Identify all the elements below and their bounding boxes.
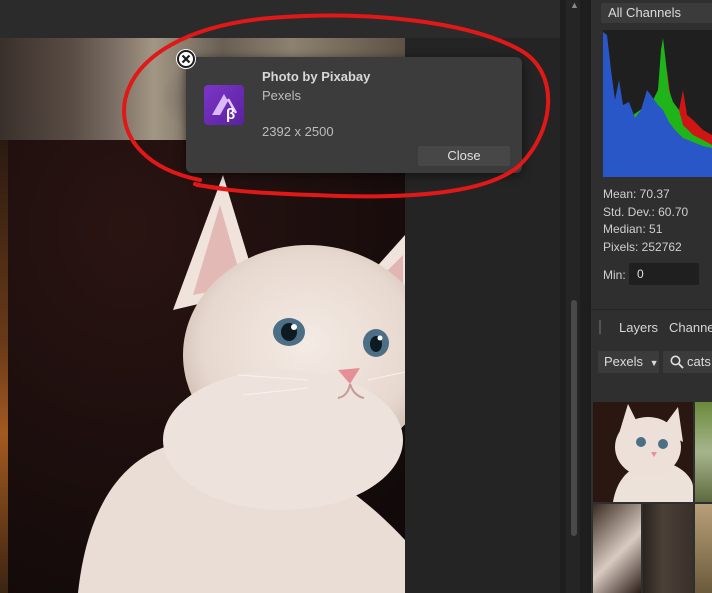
histogram-stats: Mean: 70.37 Std. Dev.: 60.70 Median: 51 … (603, 186, 688, 256)
stock-thumbnail-cat-2[interactable] (695, 402, 712, 502)
notification-dimensions: 2392 x 2500 (262, 124, 334, 139)
dismiss-notification-icon[interactable] (176, 49, 196, 69)
kitten-image (8, 140, 405, 593)
stock-thumbnail-cat-4[interactable] (643, 504, 693, 593)
thumbnail-image (593, 402, 693, 502)
notification-source: Pexels (262, 88, 302, 103)
svg-text:β: β (226, 106, 235, 123)
studio-panel: All Channels Mean: 70.37 Std. Dev.: 60.7… (591, 0, 712, 593)
stock-thumbnail-kitten[interactable] (593, 402, 693, 502)
histogram (603, 30, 712, 177)
kitten-photo[interactable] (8, 140, 405, 593)
stat-pixels: Pixels: 252762 (603, 239, 682, 254)
underlying-photo-edge (0, 140, 8, 593)
stock-thumbnail-cat-3[interactable] (593, 504, 641, 593)
tab-channels[interactable]: Channe (669, 320, 712, 335)
stat-mean: Mean: 70.37 (603, 187, 670, 201)
stat-median: Median: 51 (603, 222, 663, 236)
panel-tabs: Layers Channe (591, 309, 712, 344)
min-label: Min: (603, 268, 626, 282)
scroll-up-arrow-icon[interactable]: ▲ (570, 0, 579, 10)
min-input[interactable]: 0 (629, 263, 699, 285)
canvas-top-band (0, 0, 560, 38)
photo-info-notification: β Photo by Pixabay Pexels 2392 x 2500 Cl… (186, 57, 522, 173)
stock-provider-label: Pexels (604, 354, 644, 369)
stat-std-dev: Std. Dev.: 60.70 (603, 204, 689, 219)
channel-select[interactable]: All Channels (601, 3, 712, 23)
chevron-down-icon: ▼ (649, 358, 659, 368)
affinity-photo-beta-icon: β (204, 85, 244, 125)
panel-grip-handle[interactable] (599, 320, 601, 334)
scrollbar-thumb[interactable] (571, 300, 577, 536)
notification-title: Photo by Pixabay (262, 69, 371, 84)
close-button[interactable]: Close (418, 146, 510, 166)
stock-provider-select[interactable]: Pexels ▼ (598, 351, 659, 373)
tab-layers[interactable]: Layers (619, 320, 658, 335)
stock-thumbnail-cat-5[interactable] (695, 504, 712, 593)
search-icon (670, 355, 684, 369)
